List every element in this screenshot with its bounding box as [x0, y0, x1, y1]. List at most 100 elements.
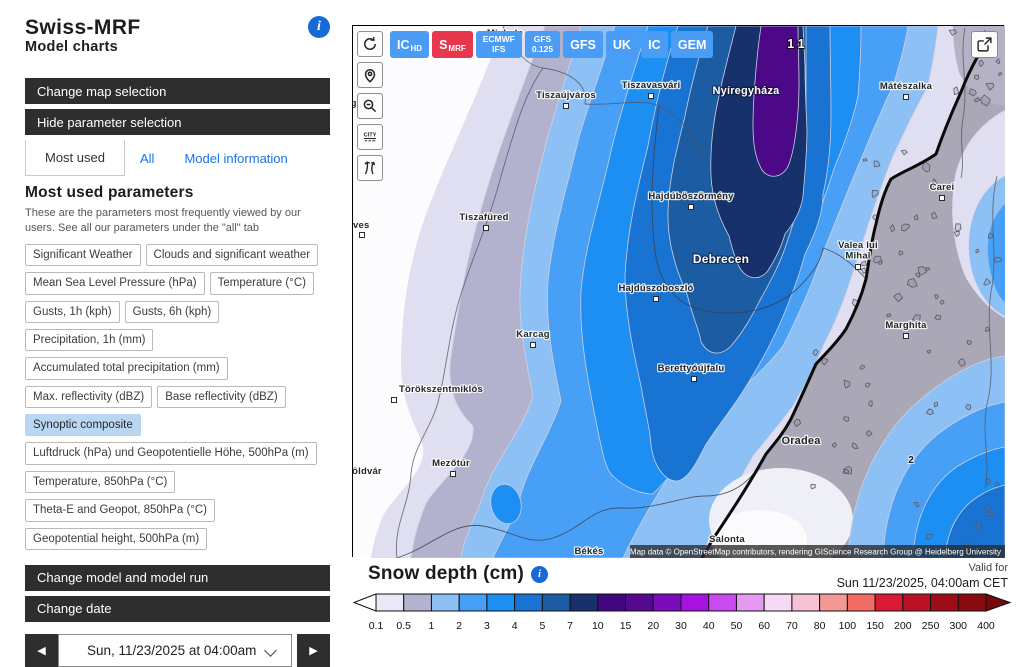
- parameter-chip[interactable]: Geopotential height, 500hPa (m): [25, 528, 207, 550]
- city-marker: [531, 343, 536, 348]
- city-marker: [689, 205, 694, 210]
- model-button-gfs[interactable]: GFS: [563, 31, 603, 58]
- city-marker: [904, 334, 909, 339]
- colorbar-segment: [847, 594, 875, 611]
- zoom-out-icon[interactable]: [357, 93, 383, 119]
- city-label: Mezőtúr: [432, 458, 470, 469]
- colorbar-segment: [736, 594, 764, 611]
- colorbar-segment: [459, 594, 487, 611]
- model-button-ic[interactable]: IC: [641, 31, 668, 58]
- model-selector-bar: ICHDSMRFECMWFIFSGFS0.125GFSUKICGEM: [390, 31, 713, 58]
- city-marker: [654, 297, 659, 302]
- map-toolbar: CITY: [357, 31, 383, 181]
- parameter-chip[interactable]: Luftdruck (hPa) und Geopotentielle Höhe,…: [25, 442, 317, 464]
- next-timestep-button[interactable]: ▶: [297, 634, 330, 667]
- city-label: Tiszaföldvár: [353, 466, 382, 477]
- city-marker: [856, 265, 861, 270]
- model-button-gem[interactable]: GEM: [671, 31, 713, 58]
- model-button-ecmwf[interactable]: ECMWFIFS: [476, 31, 522, 58]
- snow-depth-map: MiskolcEgerHevesTiszaújvárosTiszavasvári…: [353, 26, 1005, 558]
- parameter-chip[interactable]: Temperature (°C): [210, 272, 314, 294]
- model-button-s[interactable]: SMRF: [432, 31, 473, 58]
- model-button-ic[interactable]: ICHD: [390, 31, 429, 58]
- colorbar-tick: 0.1: [369, 620, 384, 632]
- parameter-chip[interactable]: Gusts, 6h (kph): [125, 301, 220, 323]
- refresh-icon[interactable]: [357, 31, 383, 57]
- app-title: Swiss-MRF: [25, 16, 141, 39]
- parameter-chip[interactable]: Theta-E and Geopot, 850hPa (°C): [25, 499, 215, 521]
- colorbar-segment: [792, 594, 820, 611]
- prev-timestep-button[interactable]: ◀: [25, 634, 58, 667]
- colorbar-segment: [487, 594, 515, 611]
- change-date-button[interactable]: Change date: [25, 596, 330, 622]
- colorbar-segment: [515, 594, 543, 611]
- city-marker: [451, 472, 456, 477]
- routes-icon[interactable]: [357, 155, 383, 181]
- colorbar-tick: 80: [814, 620, 826, 632]
- legend-info-icon[interactable]: i: [531, 566, 548, 583]
- colorbar-segment: [875, 594, 903, 611]
- colorbar-tick: 50: [731, 620, 743, 632]
- colorbar-segment: [903, 594, 931, 611]
- colorbar-segment: [709, 594, 737, 611]
- city-label: Békés: [575, 546, 604, 557]
- parameter-chip[interactable]: Clouds and significant weather: [146, 244, 319, 266]
- colorbar-segment: [431, 594, 459, 611]
- datetime-select[interactable]: Sun, 11/23/2025 at 04:00am: [58, 634, 292, 667]
- colorbar-segment: [598, 594, 626, 611]
- city-marker: [649, 94, 654, 99]
- tab-model-information[interactable]: Model information: [169, 140, 302, 176]
- section-description: These are the parameters most frequently…: [25, 206, 330, 236]
- city-label: Törökszentmiklós: [399, 384, 483, 395]
- tab-most-used[interactable]: Most used: [25, 140, 125, 176]
- parameter-chip[interactable]: Max. reflectivity (dBZ): [25, 386, 152, 408]
- city-label: Marghita: [885, 320, 927, 331]
- city-label: Oradea: [781, 435, 821, 447]
- city-label: Tiszavasvári: [622, 80, 681, 91]
- location-pin-icon[interactable]: [357, 62, 383, 88]
- city-label: Heves: [353, 220, 370, 231]
- city-label: Salonta: [709, 534, 745, 545]
- info-icon[interactable]: i: [308, 16, 330, 38]
- city-marker: [360, 233, 365, 238]
- change-model-button[interactable]: Change model and model run: [25, 565, 330, 591]
- city-label: Tiszaújváros: [536, 90, 596, 101]
- parameter-chip[interactable]: Base reflectivity (dBZ): [157, 386, 285, 408]
- city-marker: [564, 104, 569, 109]
- change-map-selection-button[interactable]: Change map selection: [25, 78, 330, 104]
- colorbar-segment: [958, 594, 986, 611]
- legend-title: Snow depth (cm): [368, 563, 524, 585]
- city-labels-toggle-icon[interactable]: CITY: [357, 124, 383, 150]
- parameter-chip[interactable]: Significant Weather: [25, 244, 141, 266]
- parameter-chip[interactable]: Accumulated total precipitation (mm): [25, 357, 228, 379]
- contour-label: 2: [908, 455, 914, 466]
- city-label: Hajdúböszörmény: [648, 191, 734, 202]
- model-button-uk[interactable]: UK: [606, 31, 638, 58]
- hide-parameter-selection-button[interactable]: Hide parameter selection: [25, 109, 330, 135]
- parameter-chip[interactable]: Precipitation, 1h (mm): [25, 329, 153, 351]
- map-panel[interactable]: MiskolcEgerHevesTiszaújvárosTiszavasvári…: [352, 25, 1004, 557]
- colorbar-tick: 150: [866, 620, 884, 632]
- parameter-chip[interactable]: Gusts, 1h (kph): [25, 301, 120, 323]
- colorbar-tick: 7: [567, 620, 573, 632]
- app-title-block: Swiss-MRF Model charts: [25, 16, 141, 55]
- colorbar-segment: [820, 594, 848, 611]
- colorbar-tick: 100: [839, 620, 857, 632]
- colorbar-segment: [542, 594, 570, 611]
- colorbar-segment: [681, 594, 709, 611]
- contour-label: 1 1: [787, 37, 804, 51]
- city-label: Berettyóújfalu: [658, 363, 725, 374]
- parameter-chip[interactable]: Synoptic composite: [25, 414, 141, 436]
- colorbar-tick: 0.5: [396, 620, 411, 632]
- colorbar-segment: [376, 594, 404, 611]
- parameter-chip[interactable]: Temperature, 850hPa (°C): [25, 471, 175, 493]
- parameter-chip[interactable]: Mean Sea Level Pressure (hPa): [25, 272, 205, 294]
- export-icon[interactable]: [971, 31, 998, 58]
- colorbar-tick: 400: [977, 620, 995, 632]
- model-button-gfs[interactable]: GFS0.125: [525, 31, 560, 58]
- chevron-down-icon: [264, 644, 277, 657]
- colorbar-tick: 200: [894, 620, 912, 632]
- sidebar: Swiss-MRF Model charts i Change map sele…: [25, 16, 330, 667]
- legend: Snow depth (cm) i Valid for Sun 11/23/20…: [352, 563, 1012, 639]
- tab-all[interactable]: All: [125, 140, 169, 176]
